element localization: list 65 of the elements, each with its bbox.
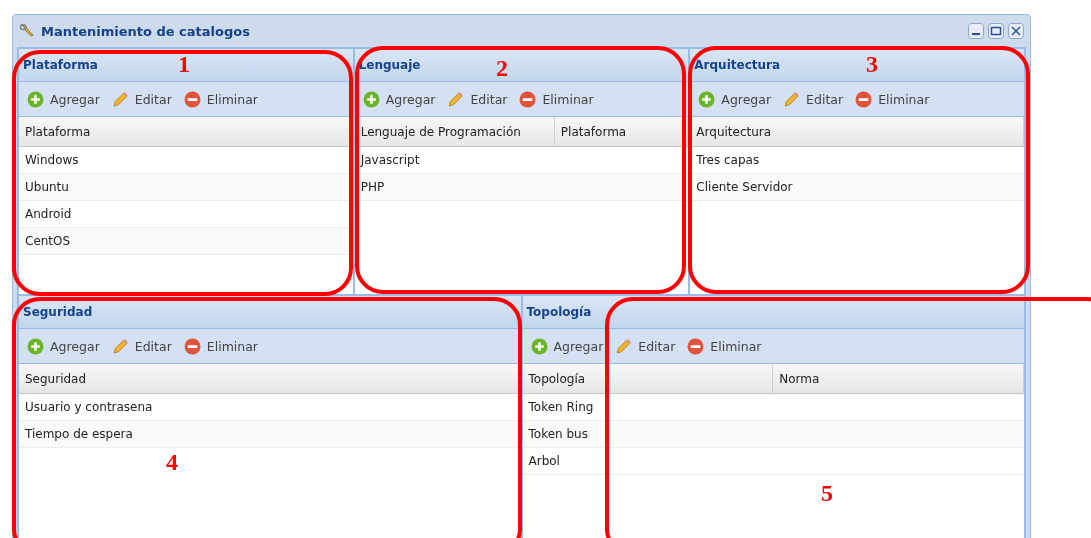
toolbar-button[interactable]: Agregar bbox=[528, 335, 606, 357]
table-cell-text: Ubuntu bbox=[24, 179, 70, 196]
plus-icon bbox=[698, 90, 716, 108]
table-cell-text: Windows bbox=[24, 152, 80, 169]
window-title: Mantenimiento de catalogos bbox=[41, 23, 250, 39]
annotation-number: 5 bbox=[821, 481, 833, 505]
table-cell-text: Token Ring bbox=[527, 399, 595, 416]
annotation-number: 3 bbox=[866, 52, 878, 76]
annotation-number: 4 bbox=[166, 450, 178, 474]
wrench-icon bbox=[19, 23, 35, 39]
panel-title: Lenguaje bbox=[358, 58, 421, 72]
minus-icon bbox=[687, 337, 705, 355]
table-cell-text: PHP bbox=[359, 179, 386, 196]
maximize-icon[interactable] bbox=[988, 23, 1004, 39]
toolbar-button[interactable]: Editar bbox=[109, 88, 174, 110]
table-cell-text: CentOS bbox=[24, 233, 72, 250]
column-header[interactable]: Arquitectura bbox=[690, 117, 1024, 146]
table-cell-text: Tiempo de espera bbox=[24, 426, 134, 443]
annotation-number: 1 bbox=[178, 52, 190, 76]
pencil-icon bbox=[783, 90, 801, 108]
toolbar-button[interactable]: Eliminar bbox=[853, 88, 932, 110]
panel-title: Topología bbox=[526, 305, 592, 319]
annotation-number: 2 bbox=[496, 56, 508, 80]
plus-icon bbox=[362, 90, 380, 108]
pencil-icon bbox=[111, 90, 129, 108]
panel-title: Arquitectura bbox=[694, 58, 781, 72]
table-cell-text: Token bus bbox=[527, 426, 589, 443]
toolbar-button[interactable]: Editar bbox=[445, 88, 510, 110]
column-header[interactable]: Seguridad bbox=[19, 364, 521, 393]
toolbar-button[interactable]: Editar bbox=[109, 335, 174, 357]
table-cell-text: Usuario y contrasena bbox=[24, 399, 154, 416]
plus-icon bbox=[27, 90, 44, 108]
panel-title: Seguridad bbox=[23, 305, 93, 319]
column-header[interactable]: Lenguaje de Programación bbox=[354, 117, 555, 146]
toolbar-button[interactable]: Agregar bbox=[360, 88, 438, 110]
minimize-icon[interactable] bbox=[968, 23, 984, 39]
pencil-icon bbox=[447, 90, 465, 108]
column-header[interactable]: Plataforma bbox=[19, 117, 353, 146]
toolbar-button[interactable]: Editar bbox=[613, 335, 678, 357]
pencil-icon bbox=[111, 337, 129, 355]
table-cell-text: Android bbox=[24, 206, 73, 223]
column-header[interactable]: Topología bbox=[522, 364, 774, 393]
table-cell-text: Arbol bbox=[527, 453, 561, 470]
panel-title: Plataforma bbox=[23, 58, 98, 72]
toolbar-button[interactable]: Editar bbox=[781, 88, 846, 110]
plus-icon bbox=[530, 337, 548, 355]
toolbar-button[interactable]: Eliminar bbox=[181, 88, 260, 110]
table-cell-text: Cliente Servidor bbox=[695, 179, 794, 196]
column-header[interactable]: Plataforma bbox=[554, 117, 689, 146]
table-cell-text: Javascript bbox=[359, 152, 421, 169]
toolbar-button[interactable]: Eliminar bbox=[517, 88, 596, 110]
toolbar-button[interactable]: Agregar bbox=[696, 88, 774, 110]
plus-icon bbox=[27, 337, 44, 355]
minus-icon bbox=[183, 337, 201, 355]
toolbar-button[interactable]: Agregar bbox=[25, 88, 102, 110]
pencil-icon bbox=[615, 337, 633, 355]
minus-icon bbox=[855, 90, 873, 108]
column-header[interactable]: Norma bbox=[773, 364, 1024, 393]
toolbar-button[interactable]: Agregar bbox=[25, 335, 102, 357]
table-cell-text: Tres capas bbox=[695, 152, 761, 169]
toolbar-button[interactable]: Eliminar bbox=[685, 335, 764, 357]
minus-icon bbox=[519, 90, 537, 108]
toolbar-button[interactable]: Eliminar bbox=[181, 335, 260, 357]
minus-icon bbox=[183, 90, 201, 108]
close-icon[interactable] bbox=[1008, 23, 1024, 39]
